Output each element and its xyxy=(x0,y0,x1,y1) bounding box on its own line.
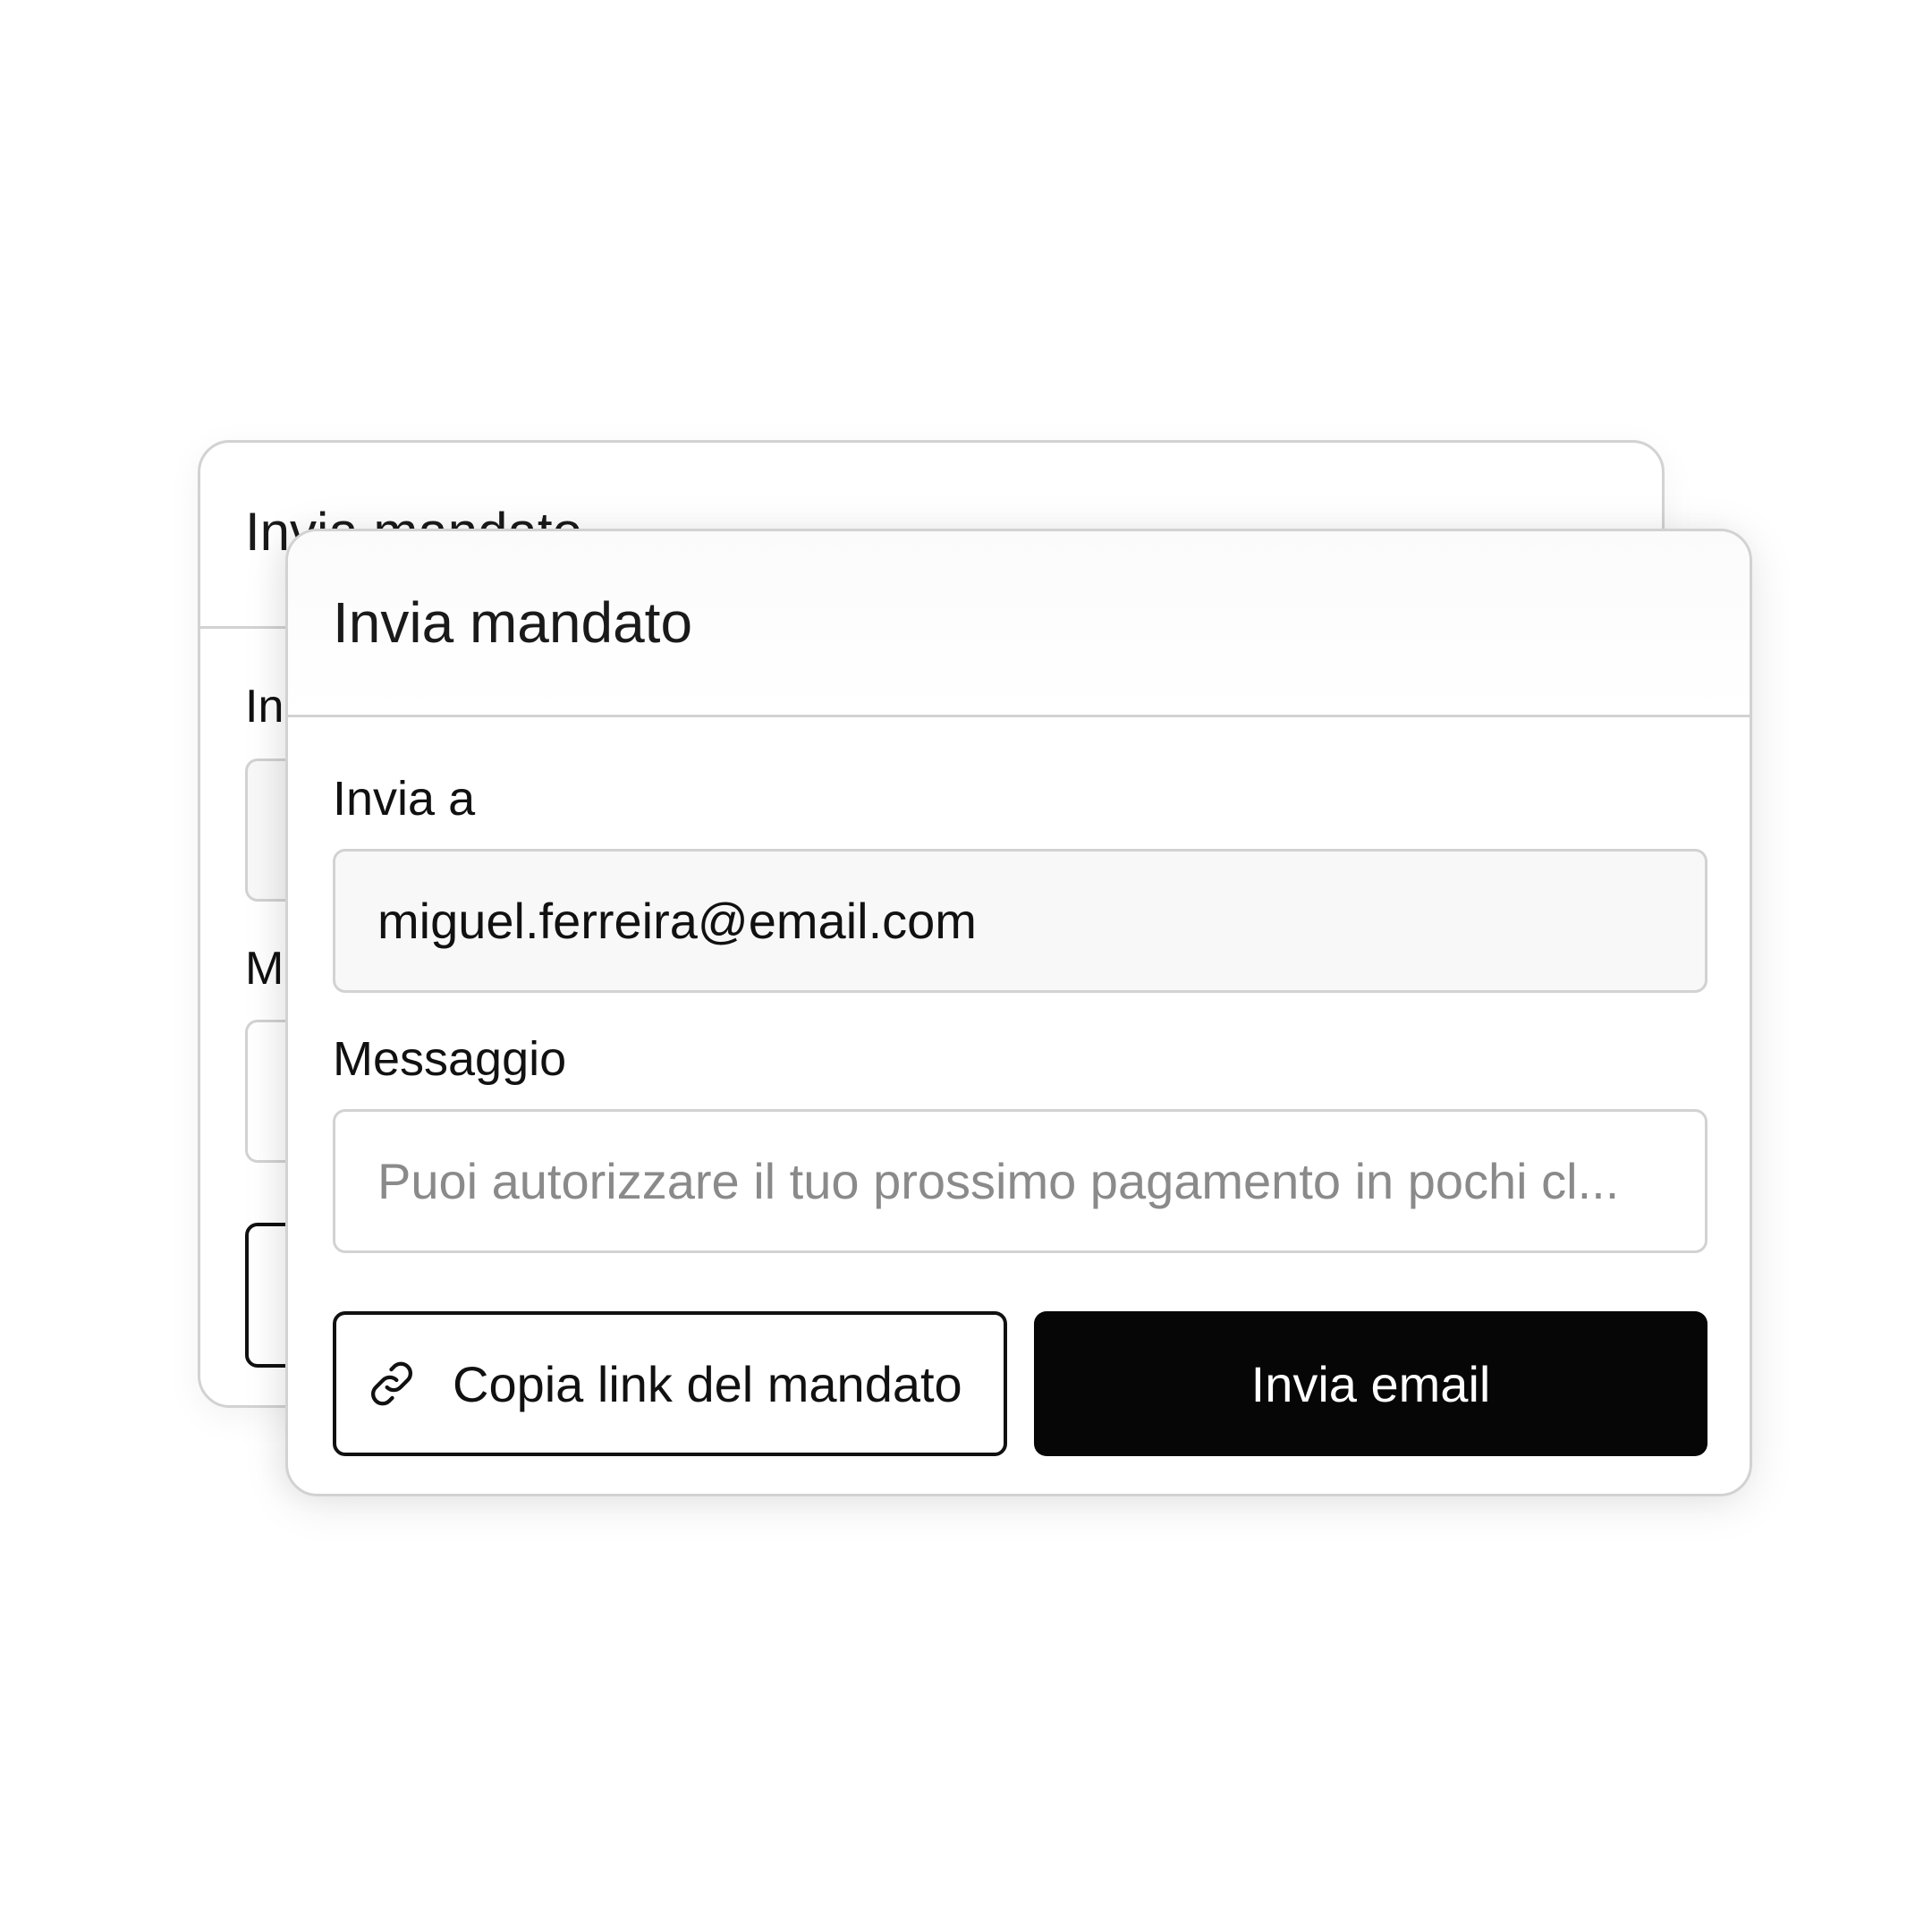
stage: Invia mandato In M Invia mandato Invia a… xyxy=(0,0,1932,1932)
message-field[interactable]: Puoi autorizzare il tuo prossimo pagamen… xyxy=(333,1109,1707,1253)
send-email-button[interactable]: Invia email xyxy=(1034,1311,1707,1456)
email-field[interactable]: miguel.ferreira@email.com xyxy=(333,849,1707,993)
copy-mandate-link-button[interactable]: Copia link del mandato xyxy=(333,1311,1007,1456)
message-label: Messaggio xyxy=(333,1032,567,1086)
dialog-title: Invia mandato xyxy=(333,590,693,655)
send-to-label: Invia a xyxy=(333,772,476,826)
copy-mandate-link-label: Copia link del mandato xyxy=(453,1355,962,1412)
background-to-label: In xyxy=(245,681,284,733)
send-email-label: Invia email xyxy=(1250,1355,1491,1412)
background-message-label: M xyxy=(245,943,284,995)
dialog-header: Invia mandato xyxy=(288,531,1750,717)
link-icon xyxy=(363,1355,420,1412)
send-mandate-dialog: Invia mandato Invia a miguel.ferreira@em… xyxy=(285,529,1752,1496)
